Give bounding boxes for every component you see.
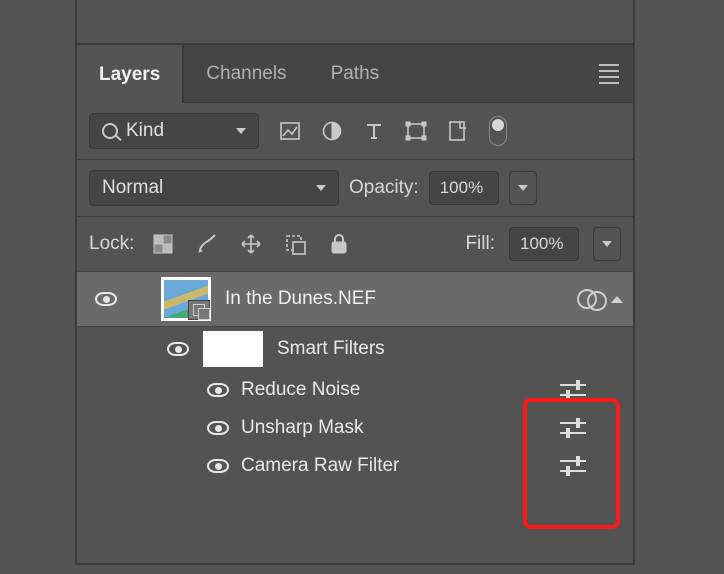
fill-chevron[interactable] [593, 227, 621, 261]
filter-mask-thumbnail[interactable] [203, 331, 263, 367]
tab-channels[interactable]: Channels [184, 45, 308, 102]
layer-list: In the Dunes.NEF Smart Filters Reduce No… [77, 271, 633, 485]
visibility-eye-icon[interactable] [95, 292, 117, 306]
opacity-value[interactable]: 100% [429, 171, 499, 205]
smart-filters-label: Smart Filters [277, 338, 385, 360]
blend-mode-value: Normal [102, 177, 163, 199]
sliders-icon [560, 419, 586, 437]
sliders-icon [560, 381, 586, 399]
filter-kind-label: Kind [126, 120, 164, 142]
search-icon [102, 123, 118, 139]
tab-layers[interactable]: Layers [77, 45, 183, 103]
filter-toolbar: Kind [77, 103, 633, 159]
chevron-down-icon [518, 185, 528, 191]
smart-filter-item[interactable]: Camera Raw Filter [77, 447, 633, 485]
panel-tabs: Layers Channels Paths [77, 45, 633, 103]
visibility-eye-icon[interactable] [207, 421, 229, 435]
lock-transparency-icon[interactable] [152, 233, 174, 255]
opacity-label: Opacity: [349, 177, 419, 199]
smart-filter-item[interactable]: Unsharp Mask [77, 409, 633, 447]
visibility-eye-icon[interactable] [207, 383, 229, 397]
lock-icons [152, 233, 350, 255]
lock-all-icon[interactable] [328, 233, 350, 255]
blend-toolbar: Normal Opacity: 100% [77, 160, 633, 216]
lock-toolbar: Lock: Fill: 100% [77, 217, 633, 271]
filter-blending-options-button[interactable] [557, 453, 589, 479]
lock-artboard-icon[interactable] [284, 233, 306, 255]
filter-adjustment-icon[interactable] [321, 120, 343, 142]
fill-value[interactable]: 100% [509, 227, 579, 261]
visibility-eye-icon[interactable] [207, 459, 229, 473]
blend-mode-dropdown[interactable]: Normal [89, 170, 339, 206]
filter-pixel-icon[interactable] [279, 120, 301, 142]
opacity-chevron[interactable] [509, 171, 537, 205]
hamburger-icon [599, 64, 619, 84]
filter-blending-options-button[interactable] [557, 377, 589, 403]
filter-kind-dropdown[interactable]: Kind [89, 113, 259, 149]
fill-label: Fill: [465, 233, 495, 255]
smart-object-badge-icon [188, 300, 210, 320]
sliders-icon [560, 457, 586, 475]
smart-filter-name: Reduce Noise [241, 379, 360, 401]
collapse-caret-icon[interactable] [611, 296, 623, 303]
lock-label: Lock: [89, 233, 134, 255]
panel-menu-button[interactable] [585, 45, 633, 102]
link-ring-icon[interactable] [577, 289, 597, 309]
layers-panel: Layers Channels Paths Kind [75, 45, 635, 565]
filter-type-icon[interactable] [363, 120, 385, 142]
tab-paths[interactable]: Paths [309, 45, 402, 102]
chevron-down-icon [602, 241, 612, 247]
filter-type-buttons [279, 116, 507, 146]
layer-thumbnail[interactable] [161, 277, 211, 321]
filter-toggle[interactable] [489, 116, 507, 146]
filter-blending-options-button[interactable] [557, 415, 589, 441]
lock-position-icon[interactable] [240, 233, 262, 255]
filter-shape-icon[interactable] [405, 120, 427, 142]
filter-smart-icon[interactable] [447, 120, 469, 142]
layer-name: In the Dunes.NEF [225, 288, 376, 310]
chevron-down-icon [236, 128, 246, 134]
layer-item[interactable]: In the Dunes.NEF [77, 271, 633, 327]
chevron-down-icon [316, 185, 326, 191]
lock-pixels-icon[interactable] [196, 233, 218, 255]
smart-filters-header[interactable]: Smart Filters [77, 327, 633, 371]
smart-filter-item[interactable]: Reduce Noise [77, 371, 633, 409]
visibility-eye-icon[interactable] [167, 342, 189, 356]
smart-filter-name: Camera Raw Filter [241, 455, 399, 477]
smart-filter-name: Unsharp Mask [241, 417, 364, 439]
